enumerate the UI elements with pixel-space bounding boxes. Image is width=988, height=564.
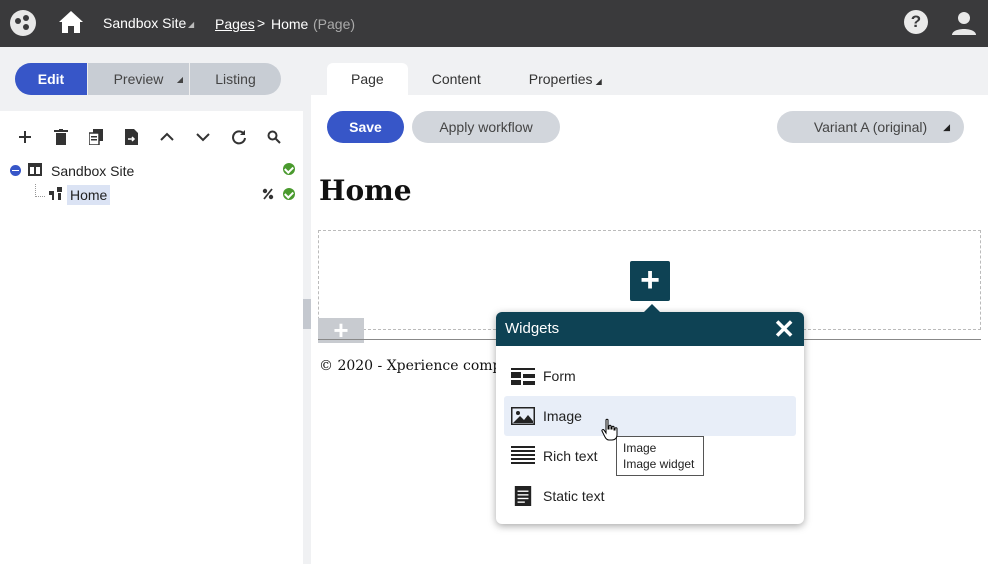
widgets-dialog-title: Widgets (505, 320, 560, 337)
widget-item-form[interactable]: Form (504, 356, 796, 396)
static-text-icon (514, 486, 532, 506)
top-bar: Sandbox Site ◢ Pages > Home (Page) ? (0, 0, 988, 47)
delete-icon[interactable] (53, 127, 90, 147)
widget-item-label: Rich text (543, 448, 598, 464)
move-icon[interactable] (124, 127, 161, 147)
tab-page[interactable]: Page (327, 63, 408, 95)
popup-arrow (644, 304, 660, 312)
tab-properties-label: Properties (528, 71, 593, 87)
refresh-icon[interactable] (231, 127, 267, 147)
widget-item-static-text[interactable]: Static text (504, 476, 796, 516)
site-icon (28, 163, 42, 176)
variant-label: Variant A (original) (813, 119, 928, 135)
move-down-icon[interactable] (195, 127, 232, 147)
variant-icon (262, 188, 274, 200)
page-heading: Home (319, 174, 412, 207)
chevron-down-icon: ◢ (176, 75, 183, 84)
form-icon (511, 368, 535, 385)
tree-node-home[interactable]: Home (67, 185, 111, 205)
panel-splitter[interactable] (303, 111, 311, 564)
mode-preview-label: Preview (113, 71, 164, 87)
image-icon (511, 407, 535, 425)
add-widget-button[interactable]: + (630, 261, 670, 301)
published-status-icon (283, 163, 295, 175)
widget-item-label: Form (543, 368, 576, 384)
home-icon[interactable] (57, 9, 85, 35)
mode-listing-button[interactable]: Listing (189, 63, 281, 95)
widgets-dialog-header: Widgets ✕ (496, 312, 804, 346)
tree-toolbar (18, 127, 302, 147)
mode-edit-button[interactable]: Edit (15, 63, 87, 95)
help-icon[interactable]: ? (904, 10, 928, 34)
close-icon[interactable]: ✕ (773, 312, 795, 346)
page-footer: © 2020 - Xperience compon (319, 358, 499, 374)
app-logo-icon[interactable] (10, 10, 36, 36)
widget-tooltip: Image Image widget (616, 436, 704, 476)
tab-properties[interactable]: Properties ◢ (505, 63, 626, 95)
add-icon[interactable] (18, 127, 54, 147)
tooltip-description: Image widget (623, 457, 695, 471)
page-icon (49, 187, 62, 200)
breadcrumb-separator: > (257, 15, 266, 31)
site-selector[interactable]: Sandbox Site (103, 15, 186, 31)
tree-node-root[interactable]: Sandbox Site (51, 163, 134, 179)
widget-item-image[interactable]: Image (504, 396, 796, 436)
published-status-icon (283, 188, 295, 200)
widgets-dialog: Widgets ✕ Form Image Rich text Static te… (496, 304, 804, 524)
tree-connector (35, 184, 45, 197)
copy-icon[interactable] (89, 127, 125, 147)
chevron-down-icon: ◢ (943, 122, 950, 132)
move-up-icon[interactable] (160, 127, 196, 147)
user-icon[interactable] (950, 10, 978, 36)
widget-item-label: Image (543, 408, 582, 424)
collapse-panel-handle[interactable] (303, 299, 311, 329)
chevron-down-icon: ◢ (595, 77, 602, 86)
collapse-tree-icon[interactable] (10, 165, 21, 176)
chevron-down-icon: ◢ (188, 20, 195, 29)
search-icon[interactable] (267, 127, 303, 147)
variant-selector[interactable]: Variant A (original) ◢ (777, 111, 964, 143)
rich-text-icon (511, 446, 535, 464)
tab-content[interactable]: Content (408, 63, 505, 95)
tooltip-title: Image (623, 441, 657, 455)
breadcrumb-type: (Page) (313, 16, 356, 32)
mode-switcher: Edit Preview ◢ Listing (15, 63, 281, 95)
widget-item-label: Static text (543, 488, 605, 504)
content-tree-panel (0, 111, 303, 564)
breadcrumb-pages-link[interactable]: Pages (215, 16, 255, 32)
apply-workflow-button[interactable]: Apply workflow (412, 111, 560, 143)
breadcrumb-current: Home (271, 16, 309, 32)
mode-preview-button[interactable]: Preview ◢ (87, 63, 189, 95)
save-button[interactable]: Save (327, 111, 404, 143)
page-tabs: Page Content Properties ◢ (327, 63, 626, 95)
hand-cursor-icon (601, 418, 618, 441)
